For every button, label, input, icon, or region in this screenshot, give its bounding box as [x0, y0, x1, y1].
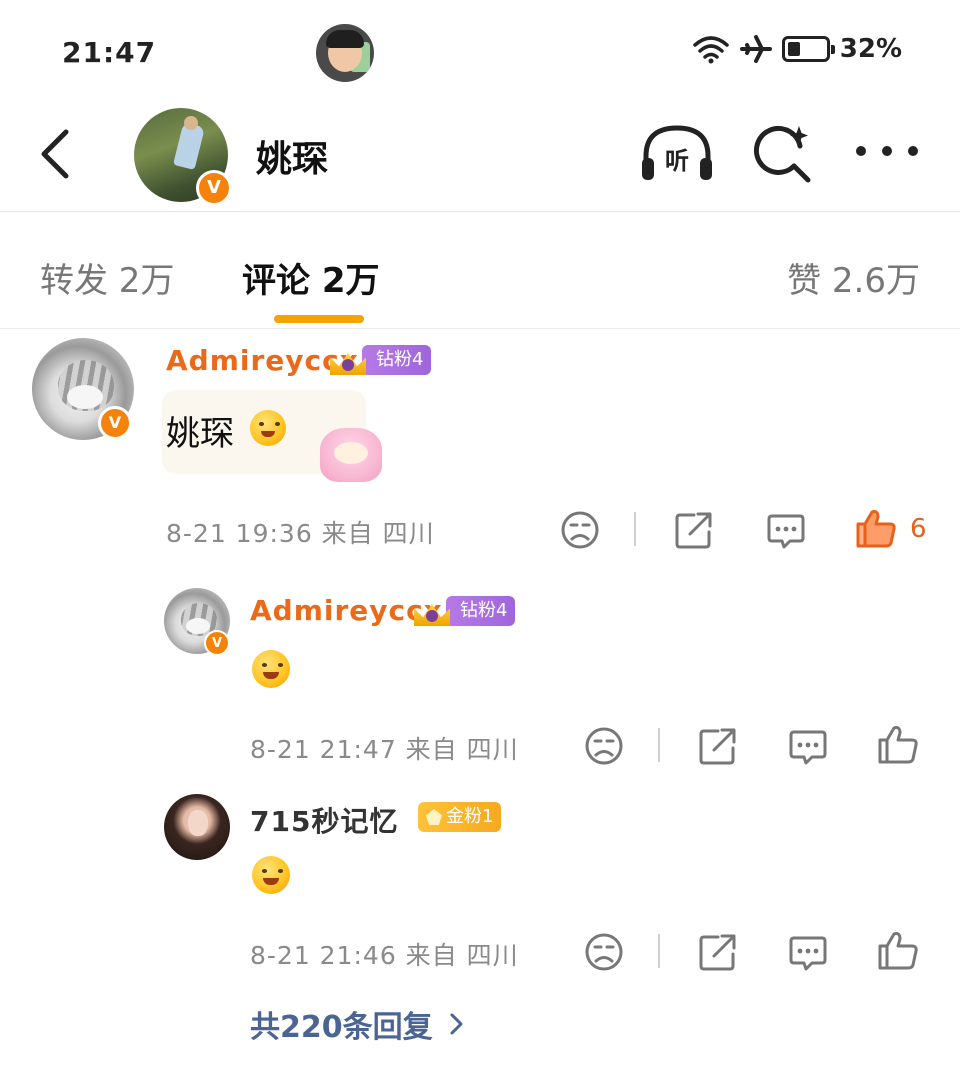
pink-cat-sticker-icon	[320, 428, 382, 482]
wifi-icon	[693, 36, 729, 64]
battery-icon	[781, 36, 835, 62]
comment-meta: 8-21 19:36 来自 四川	[166, 519, 435, 548]
chevron-right-icon	[450, 1013, 463, 1035]
headphones-listen-icon[interactable]: 听	[638, 122, 716, 186]
comment-icon[interactable]	[786, 724, 830, 768]
back-arrow-icon[interactable]	[30, 124, 80, 184]
headband-emoji-icon	[252, 650, 290, 688]
crown-icon	[410, 594, 454, 628]
active-tab-indicator	[274, 315, 364, 323]
reply-avatar[interactable]	[164, 794, 230, 860]
reply-meta: 8-21 21:47 来自 四川	[250, 735, 519, 764]
dislike-face-icon[interactable]	[582, 930, 626, 974]
share-icon[interactable]	[696, 930, 740, 974]
status-bar: 21:47 32%	[0, 0, 960, 100]
action-divider	[658, 934, 660, 968]
fan-badge-label: 钻粉4	[446, 596, 516, 626]
share-icon[interactable]	[672, 508, 716, 552]
reply-username[interactable]: 715秒记忆	[250, 800, 398, 840]
fan-badge-label: 金粉1	[418, 802, 502, 832]
tab-bar: 转发 2万 评论 2万 赞 2.6万	[0, 213, 960, 329]
fan-badge[interactable]: 钻粉4	[410, 594, 516, 628]
header: V 姚琛 听	[0, 100, 960, 212]
more-replies-link[interactable]: 共220条回复	[250, 1002, 467, 1046]
gem-icon	[426, 809, 442, 825]
like-count: 6	[910, 514, 927, 544]
fan-badge[interactable]: 钻粉4	[326, 343, 432, 377]
verified-badge-icon: V	[98, 406, 132, 440]
airplane-icon	[739, 35, 772, 63]
battery-percent: 32%	[839, 34, 902, 64]
status-time: 21:47	[62, 36, 157, 69]
comment-icon[interactable]	[786, 930, 830, 974]
action-divider	[658, 728, 660, 762]
more-replies-label: 共220条回复	[250, 1010, 433, 1045]
dislike-face-icon[interactable]	[582, 724, 626, 768]
like-thumb-icon[interactable]	[876, 928, 920, 972]
reply-meta: 8-21 21:46 来自 四川	[250, 941, 519, 970]
dislike-face-icon[interactable]	[558, 508, 602, 552]
page-title[interactable]: 姚琛	[256, 130, 328, 182]
verified-badge-icon: V	[204, 630, 230, 656]
tab-comments[interactable]: 评论 2万	[242, 253, 380, 302]
thinking-emoji-icon	[252, 856, 290, 894]
fan-badge-label: 钻粉4	[362, 345, 432, 375]
battery-fill	[787, 42, 800, 56]
tab-likes[interactable]: 赞 2.6万	[787, 253, 920, 302]
tab-reposts[interactable]: 转发 2万	[40, 253, 174, 302]
crown-icon	[326, 343, 370, 377]
more-options-icon[interactable]	[856, 146, 918, 162]
floating-window-avatar[interactable]	[316, 24, 374, 82]
laughing-emoji-icon	[250, 410, 286, 446]
action-divider	[634, 512, 636, 546]
fan-badge[interactable]: 金粉1	[418, 802, 502, 832]
share-icon[interactable]	[696, 724, 740, 768]
like-thumb-icon[interactable]	[876, 722, 920, 766]
comment-icon[interactable]	[764, 508, 808, 552]
search-icon[interactable]	[752, 122, 816, 186]
like-thumb-icon[interactable]	[854, 506, 898, 550]
status-icons: 32%	[692, 34, 902, 64]
verified-badge-icon: V	[196, 170, 232, 206]
listen-label: 听	[665, 147, 689, 175]
comment-text: 姚琛	[166, 414, 234, 454]
